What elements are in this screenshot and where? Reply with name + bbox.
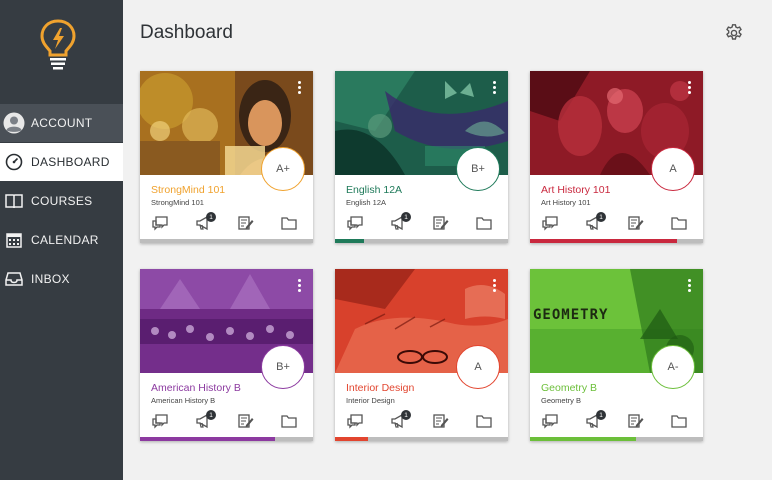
course-card[interactable]: B+ English 12A English 12A 1	[335, 71, 508, 243]
course-subtitle: English 12A	[346, 198, 387, 207]
more-options-icon[interactable]	[490, 279, 498, 295]
progress-fill	[335, 437, 368, 441]
announcements-button[interactable]: 1	[195, 212, 216, 231]
course-title[interactable]: StrongMind 101	[151, 184, 225, 196]
grade-badge[interactable]: A	[456, 345, 500, 389]
progress-bar	[530, 239, 703, 243]
more-options-icon[interactable]	[490, 81, 498, 97]
notification-badge: 1	[206, 410, 216, 420]
gear-icon[interactable]	[724, 23, 744, 43]
folder-icon[interactable]	[475, 413, 493, 429]
announcements-button[interactable]: 1	[390, 212, 411, 231]
grade-badge[interactable]: A	[651, 147, 695, 191]
assignment-edit-icon[interactable]	[432, 215, 450, 231]
course-image-label: GEOMETRY	[533, 307, 608, 323]
speedometer-icon	[3, 151, 25, 173]
announcements-button[interactable]: 1	[390, 410, 411, 429]
course-subtitle: Art History 101	[541, 198, 591, 207]
progress-fill	[140, 437, 275, 441]
more-options-icon[interactable]	[295, 279, 303, 295]
notification-badge: 1	[596, 410, 606, 420]
course-card[interactable]: A Art History 101 Art History 101 1	[530, 71, 703, 243]
inbox-icon	[3, 268, 25, 290]
course-subtitle: Geometry B	[541, 396, 582, 405]
progress-fill	[335, 239, 365, 243]
course-title[interactable]: Interior Design	[346, 382, 414, 394]
sidebar-item-dashboard[interactable]: DASHBOARD	[0, 143, 123, 181]
calendar-icon	[3, 229, 25, 251]
more-options-icon[interactable]	[685, 81, 693, 97]
grade-badge[interactable]: B+	[261, 345, 305, 389]
sidebar-item-label: INBOX	[31, 272, 70, 286]
book-icon	[3, 190, 25, 212]
folder-icon[interactable]	[280, 215, 298, 231]
folder-icon[interactable]	[280, 413, 298, 429]
notification-badge: 1	[401, 410, 411, 420]
notification-badge: 1	[401, 212, 411, 222]
more-options-icon[interactable]	[685, 279, 693, 295]
folder-icon[interactable]	[670, 413, 688, 429]
progress-bar	[335, 239, 508, 243]
folder-icon[interactable]	[475, 215, 493, 231]
assignment-edit-icon[interactable]	[432, 413, 450, 429]
course-title[interactable]: American History B	[151, 382, 241, 394]
avatar-icon	[3, 112, 25, 134]
course-title[interactable]: Geometry B	[541, 382, 597, 394]
assignment-edit-icon[interactable]	[627, 215, 645, 231]
progress-bar	[530, 437, 703, 441]
progress-bar	[335, 437, 508, 441]
progress-bar	[140, 437, 313, 441]
discussion-icon[interactable]	[346, 413, 364, 429]
sidebar-item-inbox[interactable]: INBOX	[0, 260, 123, 298]
lightbulb-logo-icon	[40, 19, 76, 70]
course-card[interactable]: GEOMETRY A- Geometry B Geometry B 1	[530, 269, 703, 441]
discussion-icon[interactable]	[346, 215, 364, 231]
announcements-button[interactable]: 1	[195, 410, 216, 429]
discussion-icon[interactable]	[151, 413, 169, 429]
course-subtitle: American History B	[151, 396, 216, 405]
sidebar-item-label: ACCOUNT	[31, 116, 93, 130]
announcements-button[interactable]: 1	[585, 410, 606, 429]
notification-badge: 1	[596, 212, 606, 222]
grade-badge[interactable]: B+	[456, 147, 500, 191]
more-options-icon[interactable]	[295, 81, 303, 97]
progress-bar	[140, 239, 313, 243]
assignment-edit-icon[interactable]	[237, 413, 255, 429]
folder-icon[interactable]	[670, 215, 688, 231]
discussion-icon[interactable]	[151, 215, 169, 231]
grade-badge[interactable]: A+	[261, 147, 305, 191]
page-title: Dashboard	[140, 22, 233, 43]
assignment-edit-icon[interactable]	[237, 215, 255, 231]
course-subtitle: StrongMind 101	[151, 198, 204, 207]
grade-badge[interactable]: A-	[651, 345, 695, 389]
notification-badge: 1	[206, 212, 216, 222]
announcements-button[interactable]: 1	[585, 212, 606, 231]
discussion-icon[interactable]	[541, 413, 559, 429]
sidebar-item-calendar[interactable]: CALENDAR	[0, 221, 123, 259]
sidebar-item-label: COURSES	[31, 194, 93, 208]
progress-fill	[530, 437, 636, 441]
course-title[interactable]: English 12A	[346, 184, 402, 196]
course-title[interactable]: Art History 101	[541, 184, 610, 196]
assignment-edit-icon[interactable]	[627, 413, 645, 429]
sidebar-item-courses[interactable]: COURSES	[0, 182, 123, 220]
course-card[interactable]: A+ StrongMind 101 StrongMind 101 1	[140, 71, 313, 243]
sidebar-item-account[interactable]: ACCOUNT	[0, 104, 123, 142]
discussion-icon[interactable]	[541, 215, 559, 231]
course-card[interactable]: A Interior Design Interior Design 1	[335, 269, 508, 441]
sidebar-item-label: DASHBOARD	[31, 155, 110, 169]
progress-fill	[530, 239, 678, 243]
course-subtitle: Interior Design	[346, 396, 395, 405]
sidebar-item-label: CALENDAR	[31, 233, 99, 247]
sidebar: ACCOUNT DASHBOARD COURSES CALENDAR INBOX	[0, 0, 123, 480]
course-card[interactable]: B+ American History B American History B…	[140, 269, 313, 441]
